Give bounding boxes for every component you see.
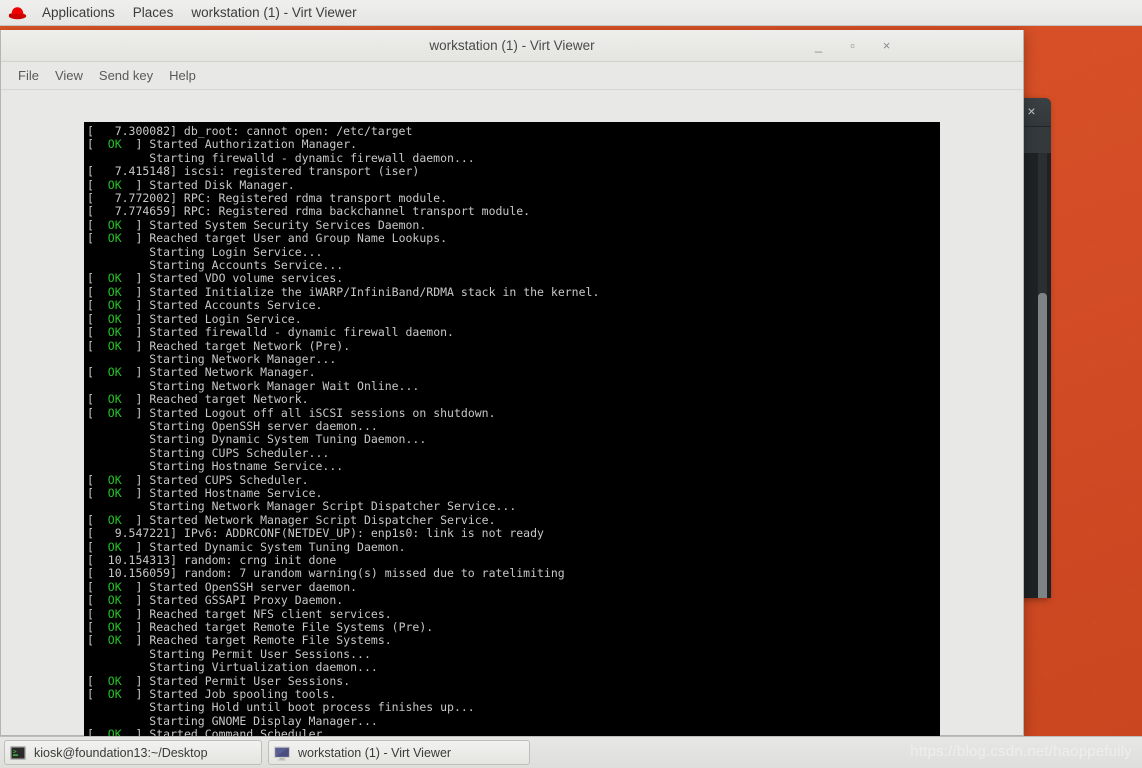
close-icon[interactable]: × bbox=[878, 37, 895, 54]
svg-text:>: > bbox=[13, 748, 17, 755]
console-log-line: Starting Accounts Service... bbox=[87, 258, 344, 273]
console-log-line: [ OK ] Started Logout off all iSCSI sess… bbox=[87, 405, 496, 420]
console-log-line: [ 7.415148] iscsi: registered transport … bbox=[87, 164, 420, 179]
monitor-icon bbox=[273, 744, 291, 762]
places-menu[interactable]: Places bbox=[124, 0, 183, 25]
console-log-line: [ OK ] Started System Security Services … bbox=[87, 217, 427, 232]
console-log-line: [ OK ] Reached target Network. bbox=[87, 392, 309, 407]
console-log-line: [ OK ] Started GSSAPI Proxy Daemon. bbox=[87, 593, 344, 608]
close-icon[interactable]: × bbox=[1024, 104, 1039, 119]
console-log-line: [ 7.772002] RPC: Registered rdma transpo… bbox=[87, 191, 448, 206]
console-log-line: [ OK ] Started Disk Manager. bbox=[87, 177, 295, 192]
taskbar-item-terminal[interactable]: > kiosk@foundation13:~/Desktop bbox=[4, 740, 262, 765]
console-log-line: [ OK ] Reached target Network (Pre). bbox=[87, 338, 351, 353]
minimize-icon[interactable]: _ bbox=[810, 37, 827, 54]
console-log-line: [ OK ] Started Job spooling tools. bbox=[87, 687, 337, 702]
console-log-line: [ OK ] Started Permit User Sessions. bbox=[87, 673, 351, 688]
console-log-line: [ OK ] Started CUPS Scheduler. bbox=[87, 472, 309, 487]
applications-menu[interactable]: Applications bbox=[33, 0, 124, 25]
console-log-line: Starting Dynamic System Tuning Daemon... bbox=[87, 432, 427, 447]
terminal-icon: > bbox=[9, 744, 27, 762]
redhat-logo-icon bbox=[0, 5, 33, 20]
console-log-line: [ 7.300082] db_root: cannot open: /etc/t… bbox=[87, 124, 413, 138]
taskbar-item-label: workstation (1) - Virt Viewer bbox=[298, 745, 452, 760]
console-log-line: Starting GNOME Display Manager... bbox=[87, 713, 378, 728]
console-log-line: Starting Network Manager Script Dispatch… bbox=[87, 499, 517, 514]
console-log-line: [ 7.774659] RPC: Registered rdma backcha… bbox=[87, 204, 531, 219]
top-panel: Applications Places workstation (1) - Vi… bbox=[0, 0, 1142, 26]
console-log-line: [ OK ] Started firewalld - dynamic firew… bbox=[87, 325, 454, 340]
console-log-line: [ OK ] Started VDO volume services. bbox=[87, 271, 344, 286]
console-log-line: [ OK ] Reached target NFS client service… bbox=[87, 606, 392, 621]
console-log-line: [ OK ] Started Network Manager. bbox=[87, 365, 316, 380]
console-area: [ 7.300082] db_root: cannot open: /etc/t… bbox=[1, 90, 1023, 765]
console-log-line: Starting Login Service... bbox=[87, 244, 323, 259]
menu-item-view[interactable]: View bbox=[47, 62, 91, 89]
console-log-line: [ OK ] Started Network Manager Script Di… bbox=[87, 512, 496, 527]
console-log-line: [ OK ] Reached target Remote File System… bbox=[87, 633, 392, 648]
console-log-line: [ OK ] Started Accounts Service. bbox=[87, 298, 323, 313]
console-log-line: [ 9.547221] IPv6: ADDRCONF(NETDEV_UP): e… bbox=[87, 526, 544, 541]
virt-viewer-menubar: File View Send key Help bbox=[1, 62, 1023, 90]
console-log-line: Starting Virtualization daemon... bbox=[87, 660, 378, 675]
console-log-line: Starting Network Manager... bbox=[87, 351, 337, 366]
virt-viewer-titlebar[interactable]: workstation (1) - Virt Viewer _ ▫ × bbox=[1, 30, 1023, 62]
console-log-line: [ OK ] Started Dynamic System Tuning Dae… bbox=[87, 539, 406, 554]
vm-console-output[interactable]: [ 7.300082] db_root: cannot open: /etc/t… bbox=[84, 122, 940, 765]
console-log-line: Starting Hold until boot process finishe… bbox=[87, 700, 475, 715]
console-log-line: Starting Permit User Sessions... bbox=[87, 646, 371, 661]
window-title: workstation (1) - Virt Viewer bbox=[429, 38, 595, 53]
console-log-line: [ OK ] Started Login Service. bbox=[87, 311, 302, 326]
taskbar-item-virt-viewer[interactable]: workstation (1) - Virt Viewer bbox=[268, 740, 530, 765]
console-log-line: Starting CUPS Scheduler... bbox=[87, 445, 330, 460]
maximize-icon[interactable]: ▫ bbox=[844, 37, 861, 54]
virt-viewer-window: workstation (1) - Virt Viewer _ ▫ × File… bbox=[0, 30, 1024, 765]
taskbar-item-label: kiosk@foundation13:~/Desktop bbox=[34, 745, 208, 760]
console-log-line: Starting OpenSSH server daemon... bbox=[87, 418, 378, 433]
menu-item-file[interactable]: File bbox=[10, 62, 47, 89]
taskbar: > kiosk@foundation13:~/Desktop workstati… bbox=[0, 736, 1142, 768]
console-log-line: Starting firewalld - dynamic firewall da… bbox=[87, 150, 475, 165]
console-log-line: Starting Hostname Service... bbox=[87, 459, 344, 474]
console-log-line: [ OK ] Reached target Remote File System… bbox=[87, 620, 434, 635]
desktop: × workstation (1) - Virt Viewer _ ▫ × Fi… bbox=[0, 0, 1142, 768]
console-log-line: Starting Network Manager Wait Online... bbox=[87, 378, 420, 393]
console-log-line: [ OK ] Started Hostname Service. bbox=[87, 485, 323, 500]
watermark: https://blog.csdn.net/haoppefuily bbox=[910, 743, 1132, 760]
menu-item-help[interactable]: Help bbox=[161, 62, 204, 89]
console-log-line: [ OK ] Started Initialize the iWARP/Infi… bbox=[87, 284, 600, 299]
menu-item-send-key[interactable]: Send key bbox=[91, 62, 161, 89]
background-terminal-scrollbar-thumb[interactable] bbox=[1038, 293, 1047, 598]
console-log-line: [ OK ] Reached target User and Group Nam… bbox=[87, 231, 448, 246]
console-log-line: [ 10.154313] random: crng init done bbox=[87, 553, 337, 567]
active-window-menu[interactable]: workstation (1) - Virt Viewer bbox=[182, 0, 365, 25]
console-log-line: [ OK ] Started OpenSSH server daemon. bbox=[87, 579, 358, 594]
console-log-line: [ 10.156059] random: 7 urandom warning(s… bbox=[87, 566, 565, 581]
console-log-line: [ OK ] Started Authorization Manager. bbox=[87, 137, 358, 152]
